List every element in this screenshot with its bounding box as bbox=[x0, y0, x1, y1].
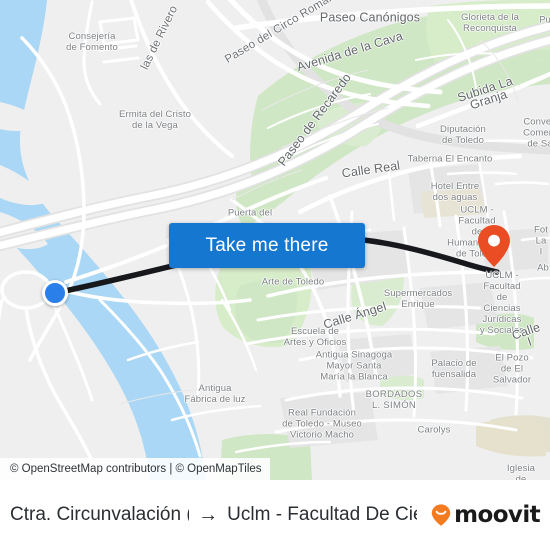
moovit-logo[interactable]: moovit bbox=[429, 501, 541, 528]
trip-summary: Ctra. Circunvalación (E... → Uclm - Facu… bbox=[10, 504, 417, 526]
moovit-pin-icon bbox=[431, 504, 451, 526]
trip-footer-bar: Ctra. Circunvalación (E... → Uclm - Facu… bbox=[0, 480, 550, 550]
origin-marker[interactable] bbox=[42, 280, 68, 306]
trip-origin-label: Ctra. Circunvalación (E... bbox=[10, 504, 189, 525]
map-canvas[interactable]: Consejería de Fomento las de Rivero Paseo … bbox=[0, 0, 550, 480]
destination-pin-marker[interactable] bbox=[477, 224, 511, 268]
arrow-right-icon: → bbox=[198, 504, 219, 526]
take-me-there-button[interactable]: Take me there bbox=[169, 223, 365, 268]
map-attribution[interactable]: © OpenStreetMap contributors | © OpenMap… bbox=[0, 458, 270, 480]
moovit-wordmark: moovit bbox=[454, 501, 540, 528]
moovit-trip-map-screen: Consejería de Fomento las de Rivero Paseo … bbox=[0, 0, 550, 550]
trip-destination-label: Uclm - Facultad De Cienc... bbox=[227, 504, 417, 525]
map-pin-icon bbox=[478, 225, 510, 267]
